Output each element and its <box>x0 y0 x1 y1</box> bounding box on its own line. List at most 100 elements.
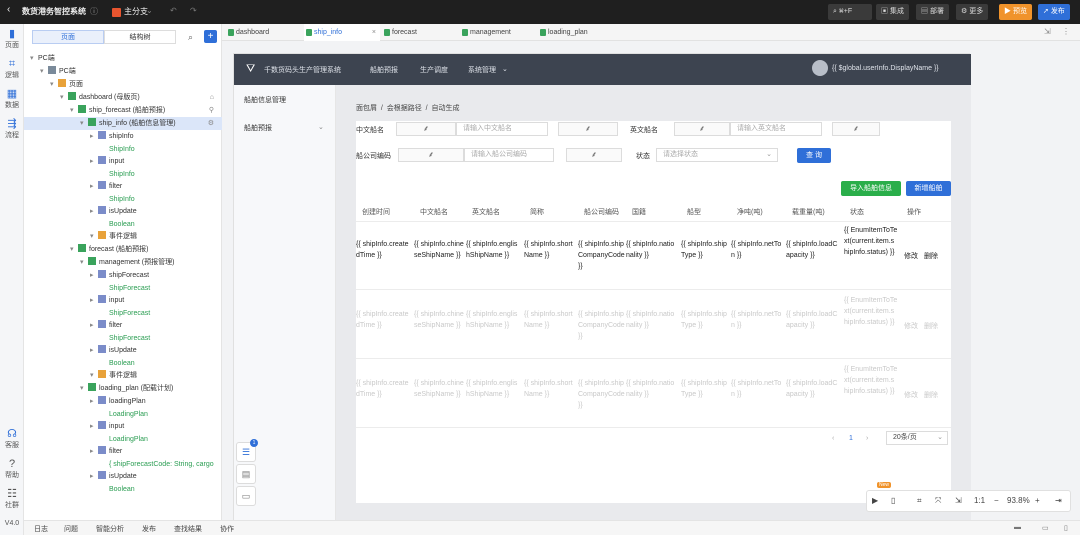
tree-node[interactable]: ▾ ship_forecast (船舶预报) ⚲ <box>24 104 222 117</box>
tab-issues[interactable]: 问题 <box>64 524 78 534</box>
prev-page-icon[interactable]: ‹ <box>832 435 834 442</box>
tab-log[interactable]: 日志 <box>34 524 48 534</box>
editor-tab[interactable]: dashboard <box>226 24 302 41</box>
search-icon[interactable]: ⌕ <box>188 32 193 43</box>
tab-analysis[interactable]: 智能分析 <box>96 524 124 534</box>
rail-support[interactable]: ☊ 客服 <box>0 428 24 450</box>
caret-icon[interactable]: ▾ <box>70 104 78 117</box>
ratio-button[interactable]: 1:1 <box>974 496 985 505</box>
editor-tab[interactable]: loading_plan <box>538 24 614 41</box>
icon-box-icon[interactable]: ⸙ <box>558 122 618 136</box>
editor-tab[interactable]: management <box>460 24 536 41</box>
nav-dispatch[interactable]: 生产调度 <box>420 65 448 75</box>
edit-link[interactable]: 修改 <box>904 251 918 262</box>
tab-collab[interactable]: 协作 <box>220 524 234 534</box>
caret-icon[interactable]: ▸ <box>90 130 98 143</box>
tree-node[interactable]: ▾ loading_plan (配载计划) <box>24 382 222 395</box>
page-size-select[interactable]: 20条/页 ⌄ <box>886 431 948 445</box>
column-header[interactable]: 国籍 <box>632 207 646 217</box>
collapse-icon[interactable]: ⇥ <box>1055 496 1062 505</box>
zoom-out-icon[interactable]: − <box>994 496 999 505</box>
delete-link[interactable]: 删除 <box>924 390 938 401</box>
tree-node[interactable]: ▾ forecast (船舶预报) <box>24 243 222 256</box>
column-header[interactable]: 操作 <box>907 207 921 217</box>
editor-tab[interactable]: forecast <box>382 24 458 41</box>
gear-icon[interactable]: ⚙ <box>208 117 214 130</box>
editor-tab[interactable]: ship_info × <box>304 24 380 41</box>
side-forecast[interactable]: 船舶预报 <box>244 123 272 133</box>
caret-icon[interactable]: ▾ <box>70 243 78 256</box>
back-icon[interactable]: ‹ <box>7 4 10 15</box>
caret-icon[interactable]: ▸ <box>90 205 98 218</box>
info-icon[interactable]: ⓘ <box>90 6 98 17</box>
caret-icon[interactable]: ▸ <box>90 319 98 332</box>
tree-node[interactable]: ▾ PC端 <box>24 65 222 78</box>
delete-link[interactable]: 删除 <box>924 321 938 332</box>
side-ship-info[interactable]: 船舶信息管理 <box>244 95 286 105</box>
tree-node[interactable]: ▾ 页面 <box>24 78 222 91</box>
en-name-input[interactable]: 请输入英文船名 <box>730 122 822 136</box>
rail-pages[interactable]: ▮ 页面 <box>0 28 24 50</box>
undo-icon[interactable]: ↶ <box>170 6 177 15</box>
integrate-button[interactable]: ▣ 集成 <box>876 4 909 20</box>
publish-button[interactable]: ➚ 发布 <box>1038 4 1070 20</box>
caret-icon[interactable]: ▾ <box>60 91 68 104</box>
query-button[interactable]: 查 询 <box>797 148 831 163</box>
add-page-button[interactable]: + <box>204 30 217 43</box>
play-icon[interactable]: ▶ <box>872 496 878 505</box>
user-name[interactable]: {{ $global.userInfo.DisplayName }} <box>832 65 939 72</box>
tree-node[interactable]: ▾ 事件逻辑 <box>24 369 222 382</box>
tree-node[interactable]: ▸ input <box>24 420 222 433</box>
branch-selector[interactable]: 主分支 <box>124 6 148 17</box>
fit-icon[interactable]: ⤧ <box>935 496 941 506</box>
pin-icon[interactable]: ⚲ <box>209 104 214 117</box>
column-header[interactable]: 船型 <box>687 207 701 217</box>
tree-node[interactable]: ▸ filter <box>24 180 222 193</box>
component-panel-icon[interactable]: ☰ 1 <box>236 439 258 462</box>
panel-split-icon[interactable]: ▭ <box>1042 524 1049 532</box>
nav-system[interactable]: 系统管理 <box>468 65 496 75</box>
tree-node[interactable]: ▸ filter <box>24 445 222 458</box>
edit-link[interactable]: 修改 <box>904 321 918 332</box>
add-ship-button[interactable]: 新增船舶 <box>906 181 951 196</box>
caret-icon[interactable]: ▾ <box>80 117 88 130</box>
tree-node[interactable]: ▾ 事件逻辑 <box>24 230 222 243</box>
icon-box-icon[interactable]: ⸙ <box>398 148 464 162</box>
layout-icon[interactable]: ▤ <box>236 464 256 484</box>
expand-icon[interactable]: ⇲ <box>1044 27 1051 36</box>
column-header[interactable]: 创建时间 <box>362 207 390 217</box>
column-header[interactable]: 状态 <box>850 207 864 217</box>
caret-icon[interactable]: ▸ <box>90 445 98 458</box>
caret-icon[interactable]: ▾ <box>30 52 38 65</box>
tab-menu-icon[interactable]: ⋮ <box>1062 27 1070 36</box>
import-ship-button[interactable]: 导入船舶信息 <box>841 181 901 196</box>
tree-node[interactable]: ▾ PC端 <box>24 52 222 65</box>
tree-node[interactable]: ▸ isUpdate <box>24 205 222 218</box>
caret-icon[interactable]: ▸ <box>90 269 98 282</box>
screen-icon[interactable]: ▭ <box>236 486 256 506</box>
caret-icon[interactable]: ▸ <box>90 344 98 357</box>
tab-pages[interactable]: 页面 <box>32 30 104 44</box>
tree-node[interactable]: ▾ management (预报管理) <box>24 256 222 269</box>
search-box[interactable]: ⌕ ⌘+F <box>828 4 872 20</box>
caret-icon[interactable]: ▾ <box>90 230 98 243</box>
icon-box-icon[interactable]: ⸙ <box>674 122 730 136</box>
caret-icon[interactable]: ▸ <box>90 294 98 307</box>
caret-icon[interactable]: ▸ <box>90 470 98 483</box>
caret-icon[interactable]: ▾ <box>50 78 58 91</box>
column-header[interactable]: 净吨(吨) <box>737 207 763 217</box>
column-header[interactable]: 船公司编码 <box>584 207 619 217</box>
status-select[interactable]: 请选择状态 ⌄ <box>656 148 778 162</box>
close-icon[interactable]: × <box>372 24 376 41</box>
tree-node[interactable]: ▸ input <box>24 294 222 307</box>
tree-node[interactable]: ▸ isUpdate <box>24 344 222 357</box>
tree-node[interactable]: ▸ shipInfo <box>24 130 222 143</box>
caret-icon[interactable]: ▸ <box>90 395 98 408</box>
icon-box-icon[interactable]: ⸙ <box>832 122 880 136</box>
next-page-icon[interactable]: › <box>866 435 868 442</box>
zoom-in-icon[interactable]: + <box>1035 496 1040 505</box>
caret-icon[interactable]: ▾ <box>80 256 88 269</box>
caret-icon[interactable]: ▸ <box>90 420 98 433</box>
panel-bottom-icon[interactable]: ▬ <box>1014 524 1021 531</box>
panel-right-icon[interactable]: ▯ <box>1064 524 1068 532</box>
